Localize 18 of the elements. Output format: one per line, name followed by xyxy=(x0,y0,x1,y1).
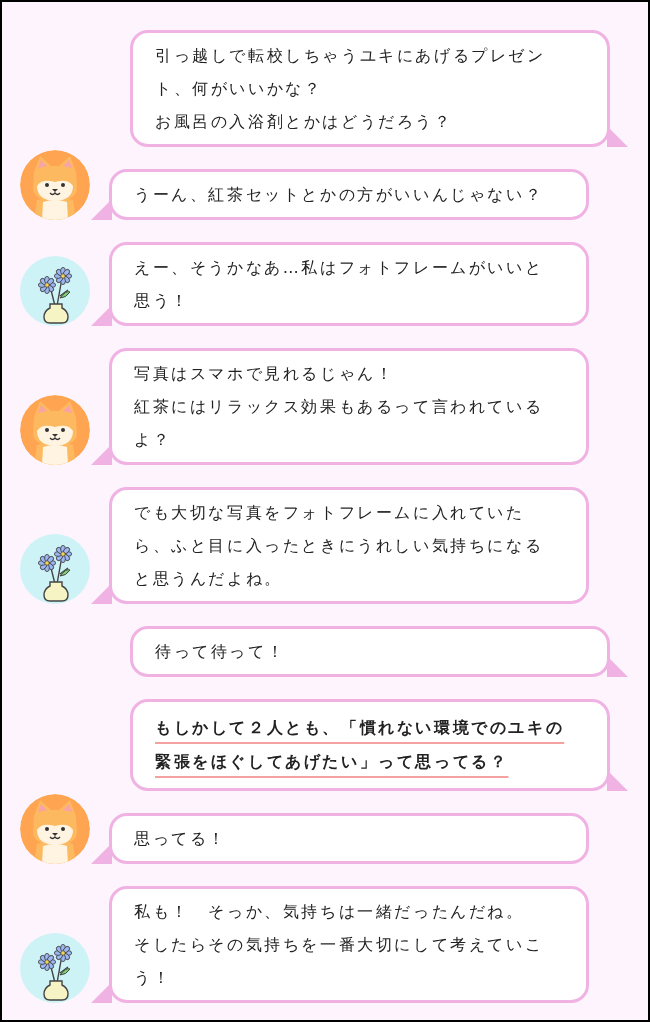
dog-avatar-icon xyxy=(20,794,90,864)
message-text: 私も！ そっか、気持ちは一緒だったんだね。 xyxy=(134,901,526,923)
message-text: 引っ越しで転校しちゃうユキにあげるプレゼント、何がいいかな？ xyxy=(155,45,547,100)
flower-avatar-icon xyxy=(20,933,90,1003)
flower-avatar-icon xyxy=(20,534,90,604)
message-text: そしたらその気持ちを一番大切にして考えていこう！ xyxy=(134,934,545,989)
message-text: うーん、紅茶セットとかの方がいいんじゃない？ xyxy=(134,184,545,206)
message-text: えー、そうかなあ…私はフォトフレームがいいと思う！ xyxy=(134,257,545,312)
message-text: 写真はスマホで見れるじゃん！ xyxy=(134,363,396,385)
message-text: もしかして２人とも、「慣れない環境でのユキの緊張をほぐしてあげたい」って思ってる？ xyxy=(155,718,565,771)
message-text: 思ってる！ xyxy=(134,828,228,850)
message-text: 待って待って！ xyxy=(155,641,287,663)
message-text: でも大切な写真をフォトフレームに入れていたら、ふと目に入ったときにうれしい気持ちになると思うんだよね。 xyxy=(134,502,545,590)
dog-avatar-icon xyxy=(20,150,90,220)
message-text: 紅茶にはリラックス効果もあるって言われているよ？ xyxy=(134,396,545,451)
dog-avatar-icon xyxy=(20,395,90,465)
message-text: お風呂の入浴剤とかはどうだろう？ xyxy=(155,111,454,133)
flower-avatar-icon xyxy=(20,256,90,326)
